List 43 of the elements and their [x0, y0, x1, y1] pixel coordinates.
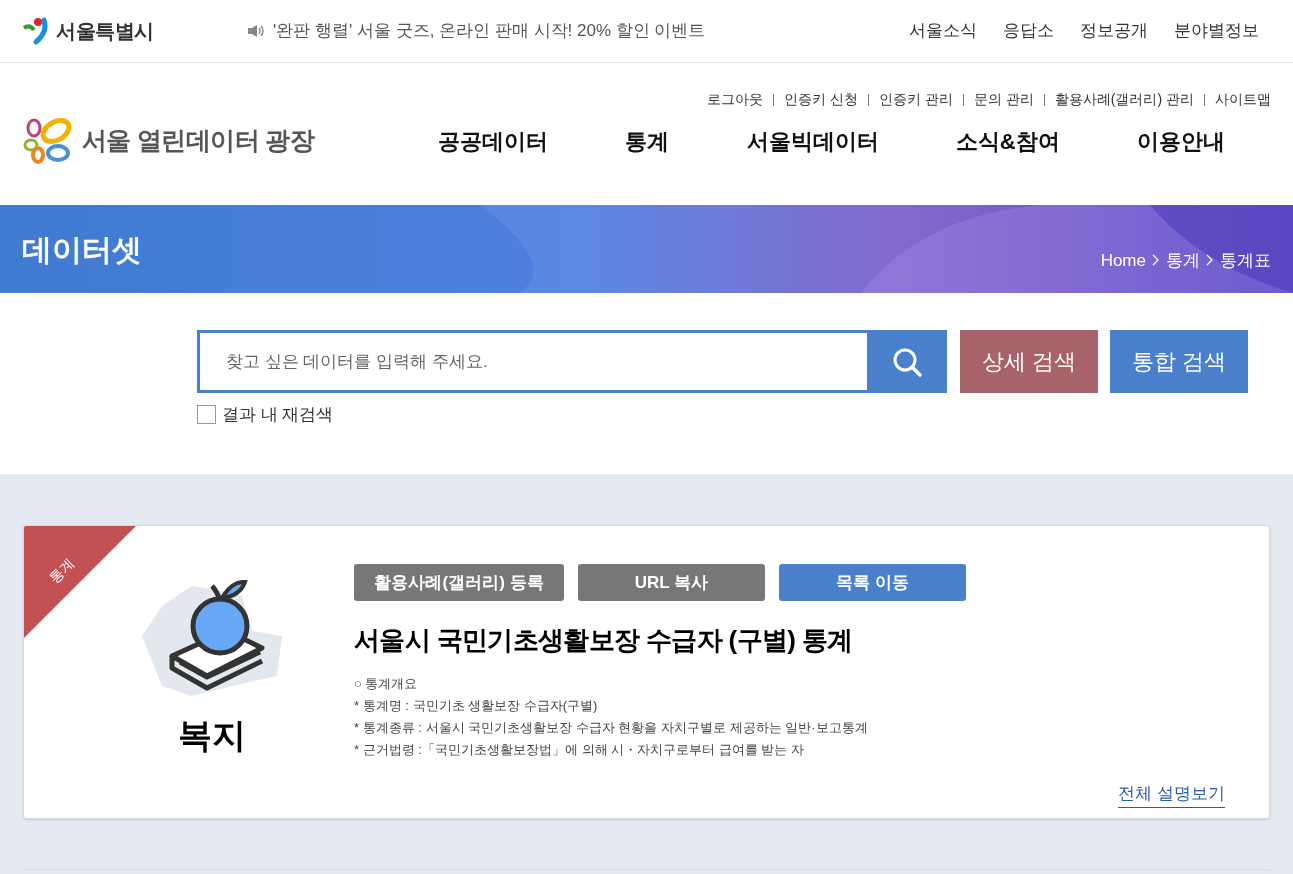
breadcrumb-link[interactable]: Home [1100, 247, 1146, 273]
breadcrumb-link[interactable]: 통계 [1166, 247, 1200, 273]
action-button[interactable]: URL 복사 [578, 564, 765, 601]
main-nav-item[interactable]: 서울빅데이터 [740, 124, 885, 158]
action-button[interactable]: 활용사례(갤러리) 등록 [354, 564, 564, 601]
top-link[interactable]: 서울소식 [909, 18, 977, 44]
top-link[interactable]: 정보공개 [1080, 18, 1148, 44]
site-logo-text[interactable]: 서울 열린데이터 광장 [82, 122, 315, 160]
utility-link[interactable]: 문의 관리 [973, 89, 1034, 110]
description-line: * 근거법령 :「국민기초생활보장법」에 의해 시・자치구로부터 급여를 받는 자 [354, 741, 805, 759]
notice-link[interactable]: '완판 행렬' 서울 굿즈, 온라인 판매 시작! 20% 할인 이벤트 [273, 18, 706, 44]
category-label: 복지 [177, 715, 246, 756]
chevron-right-icon [1152, 254, 1160, 267]
speaker-icon [247, 24, 265, 38]
chevron-right-icon [1206, 254, 1214, 267]
search-button[interactable] [867, 330, 947, 393]
search-icon [892, 346, 922, 377]
utility-link[interactable]: 사이트맵 [1215, 89, 1271, 110]
utility-link[interactable]: 인증키 관리 [879, 89, 953, 110]
more-link[interactable]: 전체 설명보기 [1118, 781, 1225, 808]
utility-link[interactable]: 활용사례(갤러리) 관리 [1054, 89, 1194, 110]
main-nav-item[interactable]: 소식&참여 [949, 124, 1066, 158]
ribbon-label: 통계 [45, 553, 79, 588]
search-option-button[interactable]: 상세 검색 [960, 330, 1099, 393]
main-nav-item[interactable]: 이용안내 [1130, 124, 1231, 158]
description-line: * 통계종류 : 서울시 국민기초생활보장 수급자 현황을 자치구별로 제공하는 일반·보고통계 [354, 719, 869, 737]
breadcrumb-link[interactable]: 통계표 [1220, 247, 1271, 273]
checkbox[interactable] [197, 405, 216, 425]
main-nav-item[interactable]: 공공데이터 [432, 124, 554, 158]
checkbox-label: 결과 내 재검색 [222, 404, 334, 426]
utility-link[interactable]: 인증키 신청 [784, 89, 858, 110]
banner-title: 데이터셋 [22, 231, 142, 268]
description-line: * 통계명 : 국민기초 생활보장 수급자(구별) [354, 697, 599, 715]
main-nav-item[interactable]: 통계 [619, 124, 676, 158]
action-button[interactable]: 목록 이동 [779, 564, 966, 601]
search-field[interactable]: 찾고 싶은 데이터를 입력해 주세요. [197, 330, 867, 393]
top-link[interactable]: 분야별정보 [1174, 18, 1259, 44]
search-option-button[interactable]: 통합 검색 [1110, 330, 1249, 393]
dataset-title: 서울시 국민기초생활보장 수급자 (구별) 통계 [354, 624, 854, 657]
gov-logo-text[interactable]: 서울특별시 [56, 16, 154, 46]
description-line: ○ 통계개요 [354, 675, 419, 693]
top-link[interactable]: 응답소 [1003, 18, 1054, 44]
utility-link[interactable]: 로그아웃 [707, 89, 764, 110]
